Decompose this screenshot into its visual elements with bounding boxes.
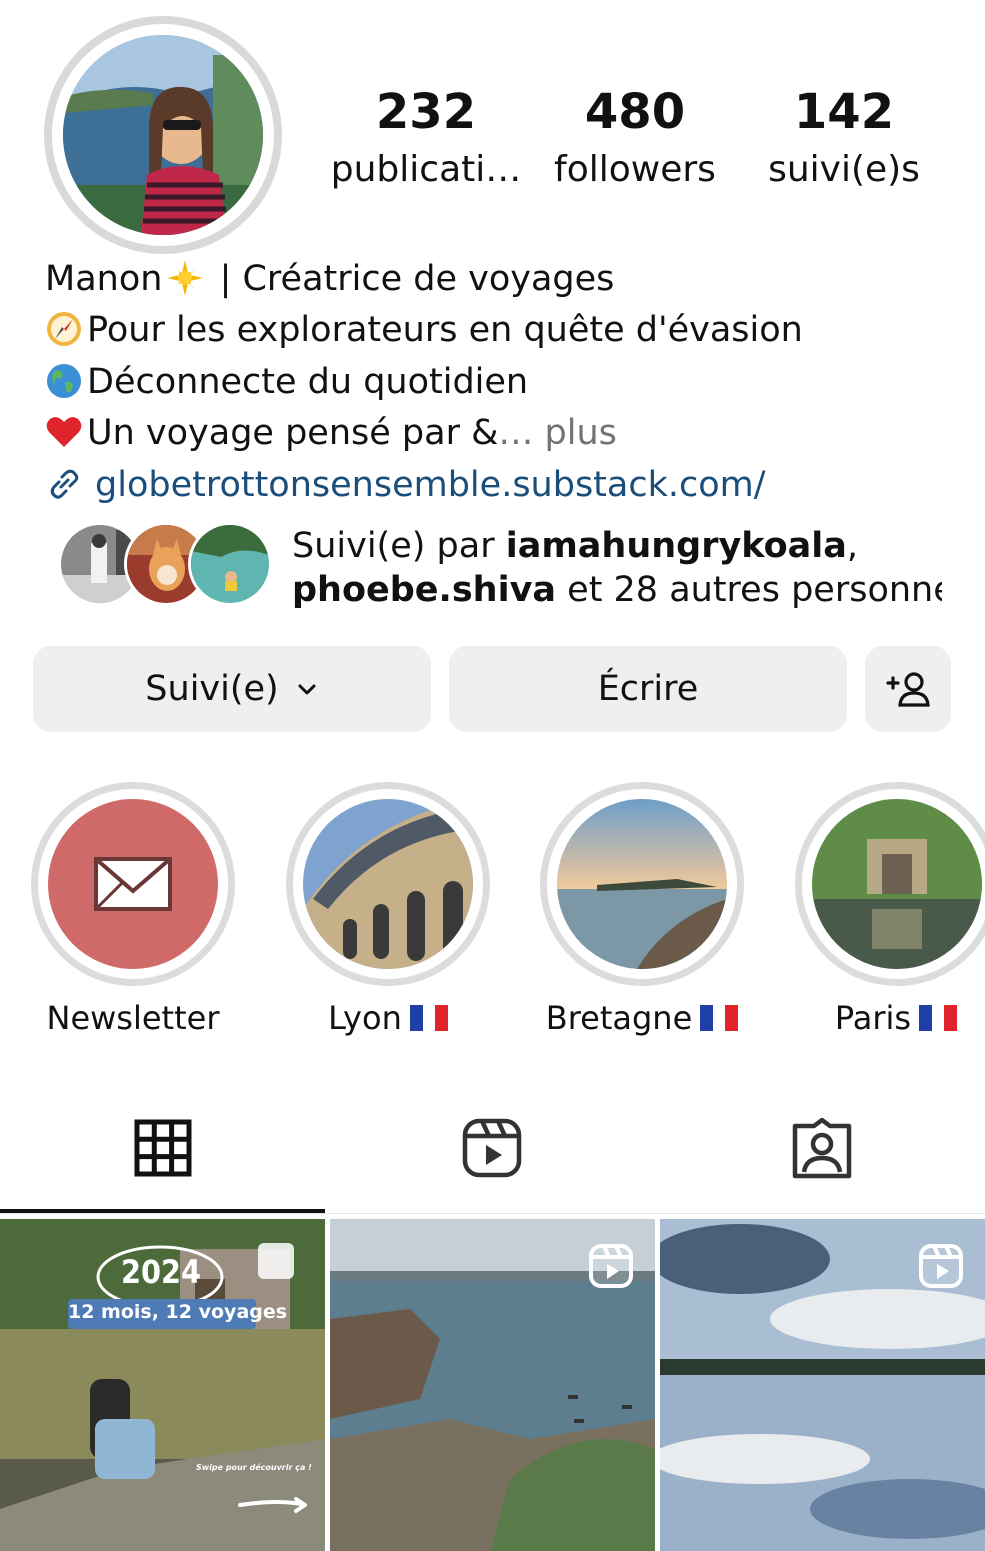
- tagged-person-icon: [790, 1117, 854, 1184]
- posts-stat[interactable]: 232 publicati…: [326, 80, 526, 196]
- highlight-paris-image: [812, 799, 982, 969]
- post-swipe-hint: Swipe pour découvrir ça !: [196, 1463, 312, 1472]
- add-person-icon: [884, 669, 932, 709]
- highlight-bretagne-label: Bretagne: [522, 996, 762, 1040]
- followers-count: 480: [584, 84, 686, 140]
- highlight-lyon[interactable]: [286, 782, 490, 986]
- followers-label: followers: [554, 149, 716, 190]
- highlight-lyon-image: [303, 799, 473, 969]
- bio-text-2: Pour les explorateurs en quête d'évasion: [87, 310, 803, 350]
- france-flag-icon: [919, 998, 958, 1031]
- followed-by-text[interactable]: Suivi(e) par iamahungrykoala, phoebe.shi…: [292, 524, 942, 612]
- globe-americas-icon: [45, 362, 83, 400]
- posts-label: publicati…: [330, 149, 522, 190]
- posts-count: 232: [375, 84, 477, 140]
- profile-avatar[interactable]: [44, 16, 282, 254]
- bio-line-3: Déconnecte du quotidien: [45, 357, 528, 407]
- following-label: suivi(e)s: [768, 149, 920, 190]
- highlight-newsletter-image: [48, 799, 218, 969]
- followed-by-suffix: et 28 autres personnes: [556, 570, 942, 610]
- following-count: 142: [793, 84, 895, 140]
- bio-line-2: Pour les explorateurs en quête d'évasion: [45, 305, 803, 355]
- post-year-badge: 2024: [120, 1253, 202, 1291]
- tab-divider: [0, 1213, 985, 1214]
- avatar-photo: [63, 35, 263, 235]
- message-button[interactable]: Écrire: [449, 646, 847, 732]
- chevron-down-icon: [295, 677, 319, 701]
- bio-line-4: Un voyage pensé par &… plus: [45, 408, 617, 458]
- highlight-newsletter[interactable]: [31, 782, 235, 986]
- followed-by-prefix: Suivi(e) par: [292, 526, 506, 566]
- post-caption: 12 mois, 12 voyages: [68, 1301, 288, 1323]
- reels-icon: [460, 1118, 524, 1184]
- suggest-people-button[interactable]: [865, 646, 951, 732]
- highlight-label-text: Lyon: [328, 999, 402, 1037]
- highlight-label-text: Paris: [834, 999, 912, 1037]
- post-tile-1[interactable]: 2024 12 mois, 12 voyages Swipe pour déco…: [0, 1219, 325, 1551]
- following-button-label: Suivi(e): [145, 669, 279, 709]
- mutual-user-1[interactable]: iamahungrykoala: [506, 526, 847, 566]
- sparkle-sun-icon: [166, 259, 204, 297]
- profile-name: Manon: [45, 259, 163, 299]
- reel-indicator-icon: [918, 1243, 964, 1293]
- highlight-newsletter-label: Newsletter: [13, 996, 253, 1040]
- highlight-lyon-label: Lyon: [268, 996, 508, 1040]
- profile-title: | Créatrice de voyages: [208, 259, 615, 299]
- highlight-label-text: Bretagne: [545, 999, 693, 1037]
- france-flag-icon: [700, 998, 739, 1031]
- tab-posts-grid[interactable]: [131, 1116, 195, 1180]
- bio-text-3: Déconnecte du quotidien: [87, 362, 529, 402]
- link-icon: [45, 465, 83, 503]
- followed-by-sep: ,: [846, 526, 859, 566]
- highlight-paris[interactable]: [795, 782, 985, 986]
- compass-icon: [45, 310, 83, 348]
- following-stat[interactable]: 142 suivi(e)s: [744, 80, 944, 196]
- reel-indicator-icon: [588, 1243, 634, 1293]
- grid-icon: [131, 1119, 195, 1184]
- bio-more-link[interactable]: … plus: [498, 413, 616, 453]
- highlight-label-text: Newsletter: [46, 999, 220, 1037]
- red-heart-icon: [45, 413, 83, 451]
- highlight-bretagne-image: [557, 799, 727, 969]
- profile-name-line: Manon | Créatrice de voyages: [45, 254, 614, 304]
- highlight-paris-label: Paris: [776, 996, 985, 1040]
- bio-link[interactable]: globetrottonsensemble.substack.com/: [45, 460, 766, 510]
- highlight-bretagne[interactable]: [540, 782, 744, 986]
- post-tile-3[interactable]: [660, 1219, 985, 1551]
- france-flag-icon: [409, 998, 448, 1031]
- mutual-avatar-3[interactable]: [188, 522, 272, 606]
- post-tile-2[interactable]: [330, 1219, 655, 1551]
- following-dropdown-button[interactable]: Suivi(e): [33, 646, 431, 732]
- message-button-label: Écrire: [597, 669, 699, 709]
- followers-stat[interactable]: 480 followers: [535, 80, 735, 196]
- bio-link-text: globetrottonsensemble.substack.com/: [95, 465, 766, 505]
- bio-text-4: Un voyage pensé par &: [87, 413, 499, 453]
- tab-reels[interactable]: [460, 1116, 524, 1180]
- mutual-user-2[interactable]: phoebe.shiva: [292, 570, 556, 610]
- tab-tagged[interactable]: [790, 1116, 854, 1180]
